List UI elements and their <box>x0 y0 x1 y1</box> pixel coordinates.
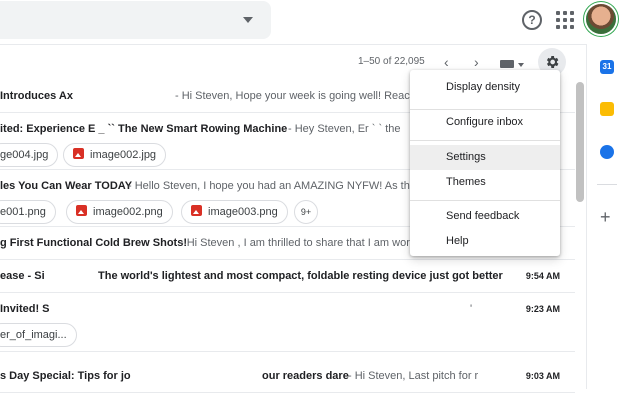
older-chevron-icon[interactable]: › <box>474 55 479 69</box>
account-avatar[interactable] <box>586 4 616 34</box>
more-attachments-chip[interactable]: 9+ <box>294 200 318 224</box>
settings-menu: Display density Configure inbox Settings… <box>410 70 560 256</box>
image-file-icon <box>191 205 202 216</box>
email-sender-subject: Invited! S <box>0 303 50 315</box>
email-sender-subject: Introduces Ax <box>0 90 73 102</box>
email-sender-subject: g First Functional Cold Brew Shots! <box>0 237 187 249</box>
input-tools-caret-icon[interactable] <box>518 63 524 67</box>
scrollbar-thumb[interactable] <box>576 82 584 202</box>
tasks-icon[interactable] <box>600 145 614 159</box>
email-snippet: - Hi Steven, Hope your week is going wel… <box>175 90 419 102</box>
email-subject: our readers dare <box>262 370 349 382</box>
attachment-chip[interactable]: er_of_imagi... <box>0 323 77 347</box>
email-snippet: - Hi Steven , I am thrilled to share tha… <box>180 237 410 249</box>
email-row[interactable]: Invited! S ' 9:23 AM er_of_imagi... <box>0 293 575 352</box>
menu-item-send-feedback[interactable]: Send feedback <box>410 204 560 229</box>
add-addon-icon[interactable]: + <box>600 208 611 226</box>
email-snippet: - Hey Steven, Er ` ` the <box>288 123 401 135</box>
input-tools-icon[interactable] <box>500 60 514 68</box>
apps-grid-icon[interactable] <box>556 11 574 29</box>
newer-chevron-icon[interactable]: ‹ <box>444 55 449 69</box>
email-time: 9:54 AM <box>525 271 560 281</box>
keep-icon[interactable] <box>600 102 614 116</box>
email-time: 9:03 AM <box>525 371 560 381</box>
email-snippet: - Hi Steven, Last pitch for r <box>348 370 479 382</box>
email-sender: ease - Si <box>0 270 45 282</box>
calendar-icon[interactable]: 31 <box>600 60 614 74</box>
attachment-chip[interactable]: image003.png <box>181 200 288 224</box>
menu-divider <box>410 200 560 201</box>
menu-divider <box>410 140 560 141</box>
email-subject: The world's lightest and most compact, f… <box>98 270 503 282</box>
side-panel: 31 + <box>586 44 620 389</box>
attachment-chip[interactable]: image002.png <box>66 200 173 224</box>
search-options-icon[interactable] <box>243 17 253 23</box>
attachment-chip[interactable]: e001.png <box>0 200 56 224</box>
image-file-icon <box>73 148 84 159</box>
email-row[interactable]: ease - Si The world's lightest and most … <box>0 260 575 293</box>
page-range-label: 1–50 of 22,095 <box>358 56 425 67</box>
email-sender-subject: ited: Experience E _ `` The New Smart Ro… <box>0 123 288 135</box>
email-snippet: - Hello Steven, I hope you had an AMAZIN… <box>128 180 416 192</box>
email-row[interactable]: s Day Special: Tips for jo our readers d… <box>0 360 575 393</box>
attachment-chip[interactable]: ge004.jpg <box>0 143 59 167</box>
side-panel-divider <box>597 184 617 185</box>
email-sender-subject: s Day Special: Tips for jo <box>0 370 131 382</box>
email-list-scrollbar[interactable] <box>575 80 585 389</box>
menu-item-settings[interactable]: Settings <box>410 145 560 170</box>
search-bar[interactable] <box>0 1 271 39</box>
gear-icon <box>546 56 559 68</box>
attachment-chip[interactable]: image002.jpg <box>63 143 167 167</box>
menu-item-help[interactable]: Help <box>410 229 560 254</box>
top-bar: ? <box>0 0 620 45</box>
email-snippet: ' <box>470 303 473 315</box>
menu-item-themes[interactable]: Themes <box>410 170 560 195</box>
menu-item-configure-inbox[interactable]: Configure inbox <box>410 110 560 135</box>
image-file-icon <box>76 205 87 216</box>
email-sender-subject: les You Can Wear TODAY <box>0 180 133 192</box>
menu-item-display-density[interactable]: Display density <box>410 75 560 100</box>
help-icon[interactable]: ? <box>522 10 542 30</box>
email-time: 9:23 AM <box>525 304 560 314</box>
